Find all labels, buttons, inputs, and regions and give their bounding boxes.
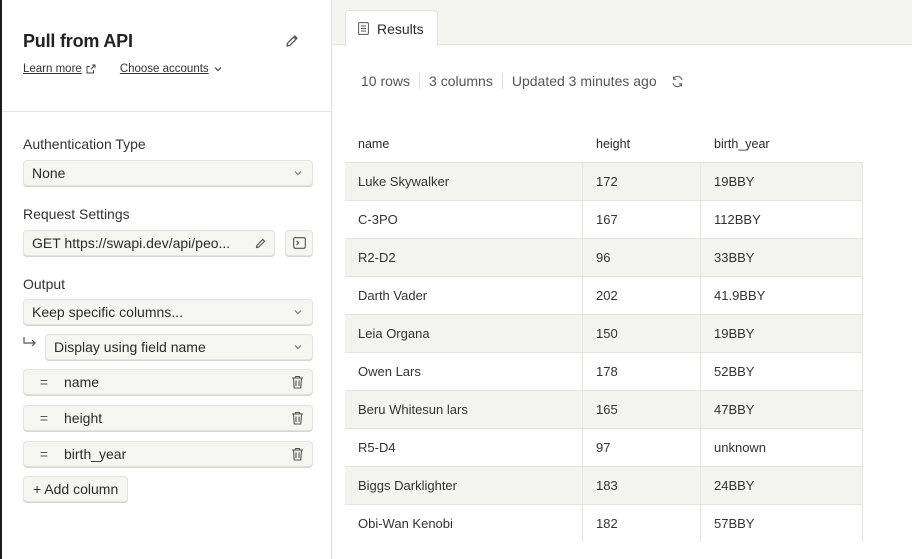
request-url-field[interactable]: GET https://swapi.dev/api/peo... bbox=[23, 230, 275, 256]
table-row[interactable]: C-3PO 167 112BBY bbox=[345, 200, 863, 238]
chevron-down-icon bbox=[294, 345, 302, 350]
cell-birth-year: 33BBY bbox=[701, 239, 863, 276]
table-row[interactable]: R2-D2 96 33BBY bbox=[345, 238, 863, 276]
panel-title: Pull from API bbox=[23, 31, 133, 51]
output-column-row[interactable]: = birth_year bbox=[23, 441, 313, 467]
table-row[interactable]: Darth Vader 202 41.9BBY bbox=[345, 276, 863, 314]
tab-results-label: Results bbox=[377, 20, 424, 37]
equals-icon[interactable]: = bbox=[24, 446, 64, 462]
trash-icon[interactable] bbox=[291, 447, 304, 461]
cell-height: 172 bbox=[583, 163, 701, 200]
tab-results[interactable]: Results bbox=[345, 10, 438, 46]
output-mode-value: Keep specific columns... bbox=[32, 304, 183, 320]
cell-name: R2-D2 bbox=[345, 239, 583, 276]
cell-height: 165 bbox=[583, 391, 701, 428]
cell-height: 167 bbox=[583, 201, 701, 238]
results-panel: Results 10 rows 3 columns Updated 3 minu… bbox=[333, 0, 912, 559]
cell-birth-year: 47BBY bbox=[701, 391, 863, 428]
chevron-down-icon bbox=[294, 171, 302, 176]
refresh-icon[interactable] bbox=[671, 75, 684, 88]
cell-birth-year: 24BBY bbox=[701, 467, 863, 504]
cell-birth-year: 112BBY bbox=[701, 201, 863, 238]
updated-time: Updated 3 minutes ago bbox=[511, 73, 657, 89]
column-count: 3 columns bbox=[429, 73, 493, 89]
pencil-icon bbox=[255, 238, 266, 249]
output-column-row[interactable]: = height bbox=[23, 405, 313, 431]
learn-more-link[interactable]: Learn more bbox=[23, 63, 96, 75]
output-mode-select[interactable]: Keep specific columns... bbox=[23, 299, 313, 325]
pencil-icon[interactable] bbox=[284, 33, 302, 51]
table-row[interactable]: Beru Whitesun lars 165 47BBY bbox=[345, 390, 863, 428]
header-links: Learn more Choose accounts bbox=[23, 63, 223, 75]
trash-icon[interactable] bbox=[291, 411, 304, 425]
tab-strip: Results bbox=[333, 0, 912, 46]
terminal-button[interactable] bbox=[285, 230, 313, 256]
cell-name: Beru Whitesun lars bbox=[345, 391, 583, 428]
column-header-name[interactable]: name bbox=[345, 126, 583, 162]
equals-icon[interactable]: = bbox=[24, 410, 64, 426]
cell-birth-year: 52BBY bbox=[701, 353, 863, 390]
chevron-down-icon bbox=[214, 67, 222, 72]
table-doc-icon bbox=[358, 22, 369, 35]
cell-name: Obi-Wan Kenobi bbox=[345, 505, 583, 542]
table-row[interactable]: Luke Skywalker 172 19BBY bbox=[345, 162, 863, 200]
config-panel: Pull from API Learn more Choose accounts… bbox=[2, 0, 332, 559]
divider bbox=[419, 73, 421, 89]
cell-height: 182 bbox=[583, 505, 701, 542]
cell-birth-year: 19BBY bbox=[701, 315, 863, 352]
divider bbox=[501, 73, 503, 89]
output-column-name: name bbox=[64, 374, 100, 390]
cell-name: C-3PO bbox=[345, 201, 583, 238]
cell-name: Leia Organa bbox=[345, 315, 583, 352]
return-arrow-icon bbox=[23, 337, 36, 347]
display-mode-select[interactable]: Display using field name bbox=[45, 334, 313, 360]
table-header: name height birth_year bbox=[345, 126, 863, 162]
cell-height: 97 bbox=[583, 429, 701, 466]
auth-type-select[interactable]: None bbox=[23, 160, 313, 186]
cell-birth-year: 19BBY bbox=[701, 163, 863, 200]
column-header-birth-year[interactable]: birth_year bbox=[701, 126, 863, 162]
table-row[interactable]: Owen Lars 178 52BBY bbox=[345, 352, 863, 390]
cell-height: 202 bbox=[583, 277, 701, 314]
results-meta: 10 rows 3 columns Updated 3 minutes ago bbox=[361, 73, 684, 89]
output-column-row[interactable]: = name bbox=[23, 369, 313, 395]
cell-name: Darth Vader bbox=[345, 277, 583, 314]
output-column-name: height bbox=[64, 410, 103, 426]
request-url-value: GET https://swapi.dev/api/peo... bbox=[32, 235, 231, 251]
output-label: Output bbox=[23, 276, 66, 292]
choose-accounts-link[interactable]: Choose accounts bbox=[120, 63, 223, 75]
table-row[interactable]: Obi-Wan Kenobi 182 57BBY bbox=[345, 504, 863, 542]
cell-birth-year: 41.9BBY bbox=[701, 277, 863, 314]
cell-height: 183 bbox=[583, 467, 701, 504]
add-column-button[interactable]: + Add column bbox=[23, 476, 129, 502]
equals-icon[interactable]: = bbox=[24, 374, 64, 390]
cell-birth-year: 57BBY bbox=[701, 505, 863, 542]
table-row[interactable]: Leia Organa 150 19BBY bbox=[345, 314, 863, 352]
cell-birth-year: unknown bbox=[701, 429, 863, 466]
row-count: 10 rows bbox=[361, 73, 411, 89]
table-row[interactable]: R5-D4 97 unknown bbox=[345, 428, 863, 466]
auth-type-label: Authentication Type bbox=[23, 136, 146, 152]
cell-name: Luke Skywalker bbox=[345, 163, 583, 200]
auth-type-value: None bbox=[32, 165, 66, 181]
results-table: name height birth_year Luke Skywalker 17… bbox=[345, 126, 863, 542]
cell-name: Owen Lars bbox=[345, 353, 583, 390]
choose-accounts-label: Choose accounts bbox=[119, 63, 209, 75]
panel-header: Pull from API Learn more Choose accounts bbox=[2, 0, 331, 112]
chevron-down-icon bbox=[294, 310, 302, 315]
cell-height: 96 bbox=[583, 239, 701, 276]
cell-name: Biggs Darklighter bbox=[345, 467, 583, 504]
request-settings-label: Request Settings bbox=[23, 206, 130, 222]
external-link-icon bbox=[86, 64, 96, 74]
learn-more-label: Learn more bbox=[23, 63, 82, 75]
display-mode-value: Display using field name bbox=[54, 339, 206, 355]
cell-name: R5-D4 bbox=[345, 429, 583, 466]
output-column-name: birth_year bbox=[64, 446, 127, 462]
terminal-icon bbox=[292, 237, 306, 249]
cell-height: 178 bbox=[583, 353, 701, 390]
cell-height: 150 bbox=[583, 315, 701, 352]
table-row[interactable]: Biggs Darklighter 183 24BBY bbox=[345, 466, 863, 504]
column-header-height[interactable]: height bbox=[583, 126, 701, 162]
trash-icon[interactable] bbox=[291, 375, 304, 389]
